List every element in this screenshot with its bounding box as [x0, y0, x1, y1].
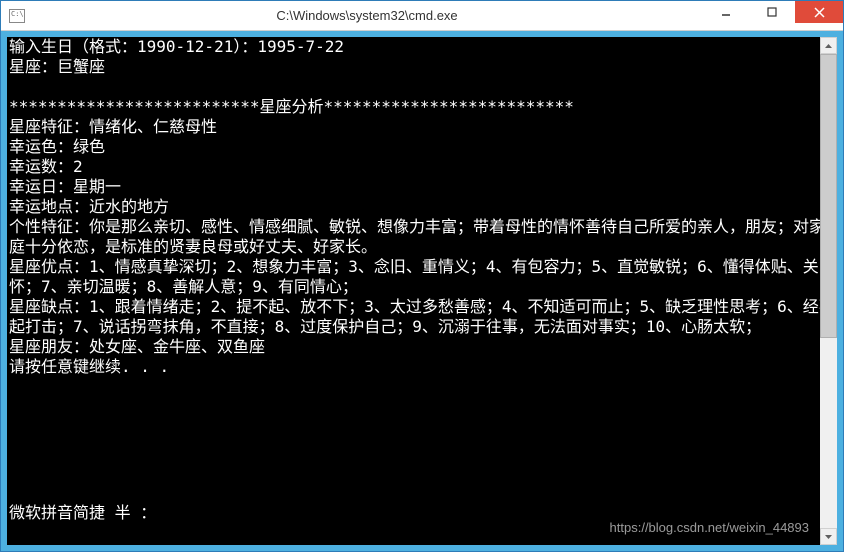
chevron-up-icon — [825, 44, 832, 48]
minimize-icon — [721, 7, 731, 17]
close-icon — [814, 7, 825, 18]
window-title: C:\Windows\system32\cmd.exe — [31, 8, 703, 23]
console-line: 个性特征：你是那么亲切、感性、情感细腻、敏锐、想像力丰富；带着母性的情怀善待自己… — [9, 217, 835, 257]
watermark-text: https://blog.csdn.net/weixin_44893 — [610, 520, 809, 535]
console-line: 幸运数：2 — [9, 157, 835, 177]
console-line: 星座朋友：处女座、金牛座、双鱼座 — [9, 337, 835, 357]
chevron-down-icon — [825, 535, 832, 539]
console-line: 幸运色：绿色 — [9, 137, 835, 157]
console-line — [9, 77, 835, 97]
maximize-icon — [767, 7, 777, 17]
client-area: 输入生日（格式：1990-12-21）：1995-7-22星座：巨蟹座 *****… — [1, 31, 843, 551]
minimize-button[interactable] — [703, 1, 749, 23]
console-line: **************************星座分析**********… — [9, 97, 835, 117]
console-line: 幸运日：星期一 — [9, 177, 835, 197]
cmd-app-icon: C:\ — [9, 9, 25, 23]
maximize-button[interactable] — [749, 1, 795, 23]
console-line: 星座优点：1、情感真挚深切；2、想象力丰富；3、念旧、重情义；4、有包容力；5、… — [9, 257, 835, 297]
ime-status-bar: 微软拼音简捷 半 ： — [9, 499, 156, 523]
console-line: 星座特征：情绪化、仁慈母性 — [9, 117, 835, 137]
window-buttons — [703, 1, 843, 30]
titlebar[interactable]: C:\ C:\Windows\system32\cmd.exe — [1, 1, 843, 31]
scroll-down-button[interactable] — [820, 528, 837, 545]
console-line: 请按任意键继续. . . — [9, 357, 835, 377]
close-button[interactable] — [795, 1, 843, 23]
scroll-up-button[interactable] — [820, 37, 837, 54]
console-line: 输入生日（格式：1990-12-21）：1995-7-22 — [9, 37, 835, 57]
console-line: 星座：巨蟹座 — [9, 57, 835, 77]
console-output: 输入生日（格式：1990-12-21）：1995-7-22星座：巨蟹座 *****… — [7, 37, 837, 545]
console-line: 幸运地点：近水的地方 — [9, 197, 835, 217]
scrollbar-track[interactable] — [820, 54, 837, 528]
scrollbar-thumb[interactable] — [820, 54, 837, 338]
console-line: 星座缺点：1、跟着情绪走；2、提不起、放不下；3、太过多愁善感；4、不知适可而止… — [9, 297, 835, 337]
cmd-window: C:\ C:\Windows\system32\cmd.exe 输入生日（格式：… — [0, 0, 844, 552]
vertical-scrollbar[interactable] — [820, 37, 837, 545]
